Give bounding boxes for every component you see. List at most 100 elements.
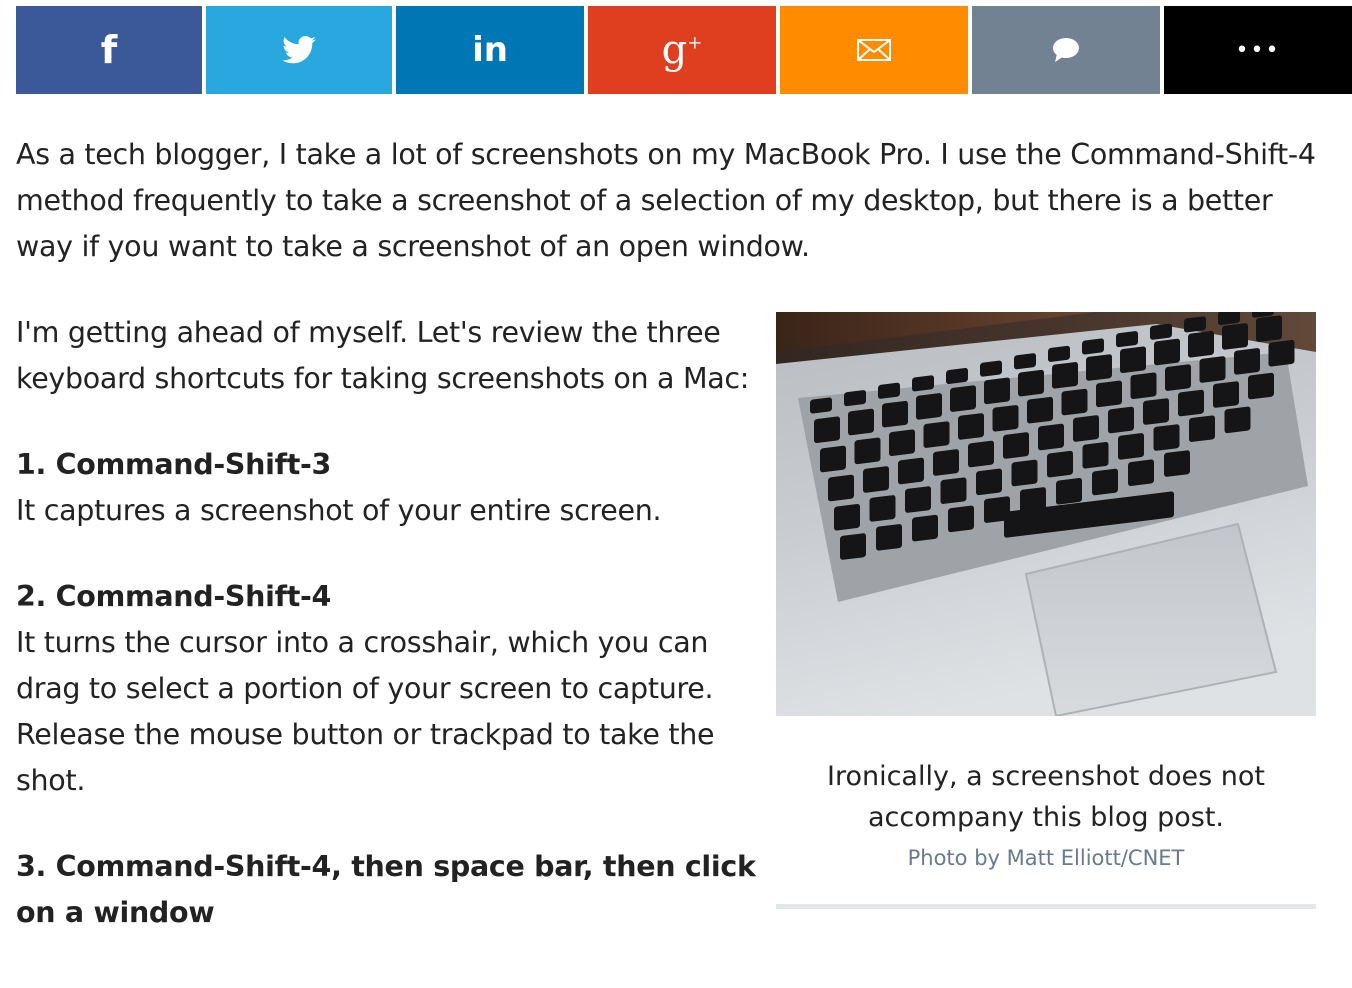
keyboard-key — [940, 477, 967, 504]
linkedin-icon: in — [472, 30, 508, 70]
keyboard-key — [1011, 459, 1038, 487]
keyboard-key — [828, 474, 854, 502]
keyboard-key — [1003, 432, 1029, 459]
keyboard-key — [905, 486, 931, 513]
keyboard-key — [1234, 348, 1260, 375]
linkedin-share-button[interactable]: in — [396, 6, 584, 94]
figure-divider — [776, 904, 1316, 909]
keyboard-key — [1143, 398, 1169, 425]
keyboard-key — [1199, 356, 1226, 383]
keyboard-key — [869, 495, 896, 522]
keyboard-key — [912, 514, 938, 542]
more-share-button[interactable]: ••• — [1164, 6, 1352, 94]
shortcut-description: It turns the cursor into a crosshair, wh… — [16, 626, 715, 797]
keyboard-key — [1108, 406, 1134, 434]
keyboard-key — [1224, 406, 1251, 434]
keyboard-key — [1082, 338, 1104, 355]
article-body: I'm getting ahead of myself. Let's revie… — [16, 310, 756, 976]
keyboard-key — [1014, 353, 1036, 370]
keyboard-key — [1056, 477, 1082, 505]
keyboard-key — [1027, 396, 1053, 424]
keyboard-key — [1248, 372, 1274, 400]
shortcut-item: 2. Command-Shift-4 It turns the cursor i… — [16, 574, 756, 804]
keyboard-key — [814, 416, 840, 443]
shortcut-description: It captures a screenshot of your entire … — [16, 494, 662, 527]
keyboard-key — [810, 397, 832, 414]
keyboard-key — [820, 445, 846, 473]
facebook-icon: f — [100, 28, 118, 72]
shortcut-item: 3. Command-Shift-4, then space bar, then… — [16, 844, 756, 936]
keyboard-key — [1128, 459, 1154, 487]
twitter-share-button[interactable] — [206, 6, 392, 94]
googleplus-icon: g+ — [661, 27, 703, 73]
keyboard-photo — [776, 312, 1316, 716]
keyboard-key — [1096, 380, 1122, 408]
keyboard-key — [1073, 415, 1099, 442]
keyboard-key — [1052, 362, 1078, 389]
keyboard-key — [889, 429, 915, 456]
facebook-share-button[interactable]: f — [16, 6, 202, 94]
keyboard-key — [980, 360, 1002, 377]
keyboard-key — [863, 466, 889, 493]
keyboard-key — [968, 440, 994, 468]
keyboard-key — [1178, 389, 1204, 417]
shortcut-title: 2. Command-Shift-4 — [16, 580, 332, 613]
keyboard-key — [1153, 424, 1180, 451]
keyboard-key — [1048, 345, 1070, 362]
keyboard-key — [1092, 468, 1118, 496]
keyboard-key — [1213, 381, 1239, 408]
keyboard-key — [933, 449, 959, 476]
keyboard-key — [912, 375, 934, 392]
keyboard-key — [1222, 323, 1248, 350]
keyboard-key — [950, 385, 976, 412]
email-icon — [857, 39, 891, 61]
keyboard-key — [1086, 354, 1112, 381]
keyboard-key — [1116, 331, 1138, 348]
keyboard-key — [1165, 364, 1191, 391]
keyboard-key — [878, 382, 900, 399]
keyboard-key — [1184, 316, 1206, 333]
keyboard-key — [1154, 338, 1180, 366]
keyboard-key — [840, 533, 866, 560]
keyboard-key — [923, 421, 950, 448]
email-share-button[interactable] — [780, 6, 968, 94]
keyboard-key — [854, 437, 881, 465]
twitter-icon — [282, 36, 316, 64]
keyboard-key — [958, 413, 984, 440]
keyboard-key — [1018, 369, 1044, 397]
shortcut-item: 1. Command-Shift-3 It captures a screens… — [16, 442, 756, 534]
figure-caption: Ironically, a screenshot does not accomp… — [826, 761, 1266, 833]
keyboard-key — [1130, 372, 1157, 400]
googleplus-share-button[interactable]: g+ — [588, 6, 776, 94]
keyboard-key — [876, 524, 902, 551]
keyboard-key — [976, 468, 1002, 496]
keyboard-key — [1150, 323, 1172, 340]
keyboard-key — [898, 457, 924, 485]
keyboard-key — [1256, 315, 1282, 342]
keyboard-key — [834, 504, 860, 531]
keyboard-key — [1164, 450, 1190, 477]
keyboard-key — [1268, 339, 1295, 367]
keyboard-key — [1189, 415, 1215, 442]
keyboard-key — [948, 505, 974, 533]
keyboard-key — [1118, 433, 1144, 460]
keyboard-key — [844, 390, 866, 407]
keyboard-key — [1082, 442, 1109, 469]
keyboard-key — [848, 408, 874, 436]
keyboard-key — [992, 405, 1019, 432]
comment-share-button[interactable] — [972, 6, 1160, 94]
keyboard-key — [1047, 450, 1073, 478]
article-figure: Ironically, a screenshot does not accomp… — [776, 312, 1316, 909]
keyboard-key — [1188, 330, 1214, 358]
intro-paragraph: As a tech blogger, I take a lot of scree… — [16, 138, 1316, 263]
comment-icon — [1053, 38, 1079, 62]
keyboard-key — [984, 377, 1010, 405]
shortcut-title: 3. Command-Shift-4, then space bar, then… — [16, 850, 756, 929]
lead-paragraph: I'm getting ahead of myself. Let's revie… — [16, 316, 750, 395]
keyboard-key — [1038, 423, 1064, 451]
keyboard-key — [946, 367, 968, 384]
more-icon: ••• — [1235, 37, 1281, 63]
photo-credit: Photo by Matt Elliott/CNET — [907, 846, 1185, 870]
keyboard-key — [1061, 388, 1088, 416]
shortcut-title: 1. Command-Shift-3 — [16, 448, 332, 481]
